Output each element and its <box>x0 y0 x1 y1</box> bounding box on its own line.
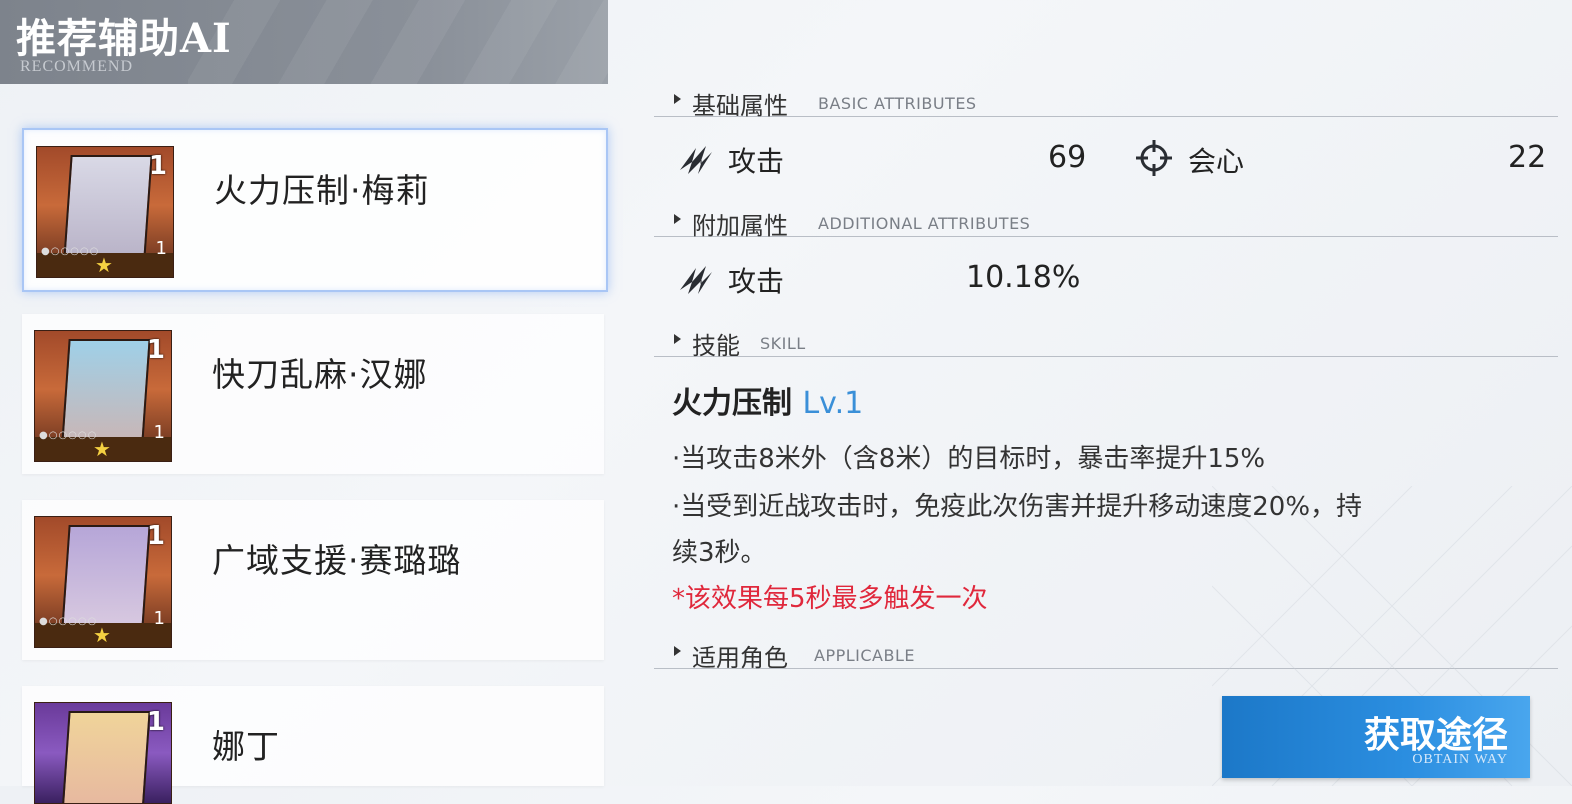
star-icon: ★ <box>93 623 111 647</box>
section-additional-attributes: 附加属性 ADDITIONAL ATTRIBUTES <box>654 206 1558 240</box>
skill-warning: *该效果每5秒最多触发一次 <box>672 584 988 614</box>
portrait-image <box>61 525 151 629</box>
ai-name: 广域支援·赛璐璐 <box>212 541 462 580</box>
claw-icon <box>680 266 712 294</box>
section-subtitle: SKILL <box>760 334 806 353</box>
attr-value: 22 <box>1508 140 1547 175</box>
ai-card-1[interactable]: 1 ●○○○○○ 1 ★ 快刀乱麻·汉娜 <box>22 314 604 474</box>
portrait-image <box>61 711 151 803</box>
ai-portrait: 1 <box>34 702 172 804</box>
level-small: 1 <box>155 238 167 259</box>
level-small: 1 <box>153 608 165 629</box>
obtain-way-button[interactable]: 获取途径 OBTAIN WAY <box>1222 696 1530 778</box>
section-skill: 技能 SKILL <box>654 326 1558 360</box>
header-decoration <box>188 0 608 84</box>
level-badge: 1 <box>146 521 165 551</box>
triangle-icon <box>674 646 681 656</box>
level-badge: 1 <box>146 707 165 737</box>
ai-card-3[interactable]: 1 娜丁 <box>22 686 604 804</box>
slot-dots: ●○○○○○ <box>41 246 100 257</box>
slot-dots: ●○○○○○ <box>39 430 98 441</box>
crosshair-icon <box>1136 140 1172 176</box>
section-subtitle: APPLICABLE <box>814 646 915 665</box>
page-header: 推荐辅助AI RECOMMEND <box>0 0 608 84</box>
star-icon: ★ <box>95 253 113 277</box>
claw-icon <box>680 146 712 174</box>
section-title: 基础属性 <box>692 92 788 120</box>
ai-portrait: 1 ●○○○○○ 1 ★ <box>34 516 172 648</box>
level-badge: 1 <box>146 335 165 365</box>
triangle-icon <box>674 94 681 104</box>
level-small: 1 <box>153 422 165 443</box>
triangle-icon <box>674 214 681 224</box>
level-badge: 1 <box>148 151 167 181</box>
ai-name: 火力压制·梅莉 <box>214 171 430 210</box>
skill-description-line: 续3秒。 <box>672 538 767 568</box>
star-icon: ★ <box>93 437 111 461</box>
skill-title: 火力压制 Lv.1 <box>672 378 863 422</box>
ai-card-0[interactable]: 1 ●○○○○○ 1 ★ 火力压制·梅莉 <box>22 128 608 292</box>
section-subtitle: BASIC ATTRIBUTES <box>818 94 977 113</box>
section-basic-attributes: 基础属性 BASIC ATTRIBUTES <box>654 86 1558 120</box>
ai-portrait: 1 ●○○○○○ 1 ★ <box>34 330 172 462</box>
page-subtitle: RECOMMEND <box>20 58 134 75</box>
attr-value: 10.18% <box>966 260 1081 295</box>
portrait-image <box>63 155 153 259</box>
slot-dots: ●○○○○○ <box>39 616 98 627</box>
ai-card-2[interactable]: 1 ●○○○○○ 1 ★ 广域支援·赛璐璐 <box>22 500 604 660</box>
skill-name: 火力压制 <box>672 386 792 421</box>
ai-name: 娜丁 <box>212 727 280 766</box>
obtain-way-sublabel: OBTAIN WAY <box>1412 752 1508 767</box>
page-title: 推荐辅助AI <box>16 15 232 62</box>
attr-value: 69 <box>1048 140 1087 175</box>
attr-label: 会心 <box>1188 145 1245 178</box>
ai-name: 快刀乱麻·汉娜 <box>212 355 428 394</box>
section-subtitle: ADDITIONAL ATTRIBUTES <box>818 214 1031 233</box>
attr-label: 攻击 <box>728 265 785 298</box>
section-title: 技能 <box>692 332 740 360</box>
skill-level: Lv.1 <box>802 386 864 421</box>
attr-label: 攻击 <box>728 145 785 178</box>
ai-portrait: 1 ●○○○○○ 1 ★ <box>36 146 174 278</box>
section-title: 适用角色 <box>692 644 788 672</box>
section-title: 附加属性 <box>692 212 788 240</box>
triangle-icon <box>674 334 681 344</box>
skill-description-line: ·当攻击8米外（含8米）的目标时，暴击率提升15% <box>672 444 1266 474</box>
portrait-image <box>61 339 151 443</box>
obtain-way-label: 获取途径 <box>1363 714 1508 756</box>
